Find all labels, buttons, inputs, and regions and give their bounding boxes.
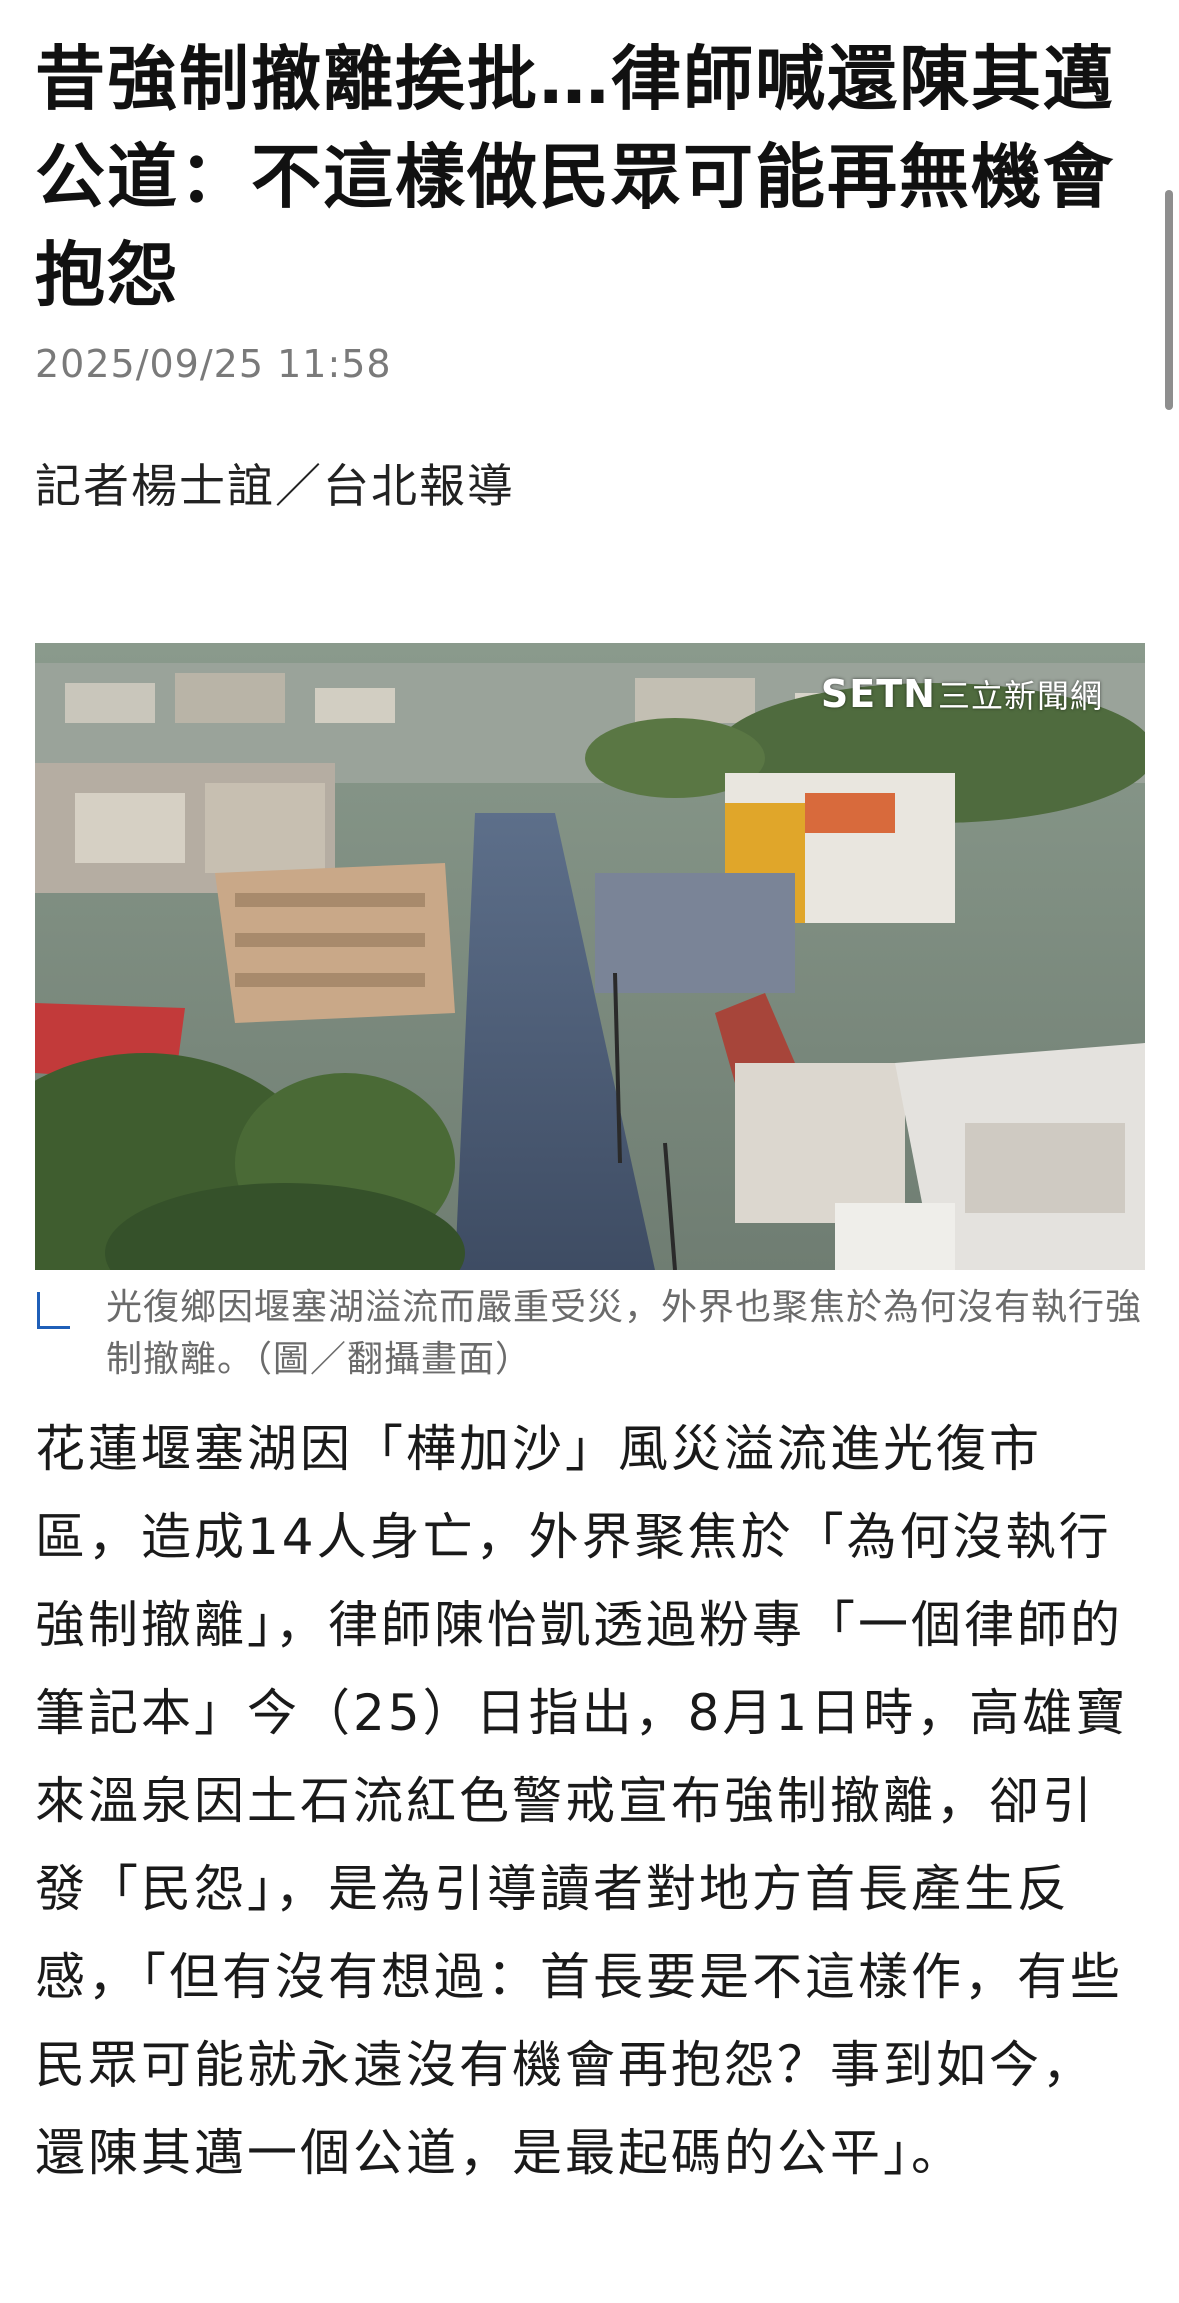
watermark-name: 三立新聞網 (937, 677, 1103, 715)
article-photo[interactable]: SETN三立新聞網 (35, 643, 1145, 1270)
aerial-town-photo (35, 643, 1145, 1270)
caption-text: 光復鄉因堰塞湖溢流而嚴重受災，外界也聚焦於為何沒有執行強制撤離。（圖／翻攝畫面） (106, 1287, 1143, 1380)
publish-timestamp: 2025/09/25 11:58 (35, 342, 392, 386)
article-body-paragraph: 花蓮堰塞湖因「樺加沙」風災溢流進光復市區，造成14人身亡，外界聚焦於「為何沒執行… (35, 1420, 1129, 2182)
article-headline: 昔強制撤離挨批…律師喊還陳其邁公道：不這樣做民眾可能再無機會抱怨 (35, 38, 1115, 316)
article: 昔強制撤離挨批…律師喊還陳其邁公道：不這樣做民眾可能再無機會抱怨 2025/09… (35, 0, 1145, 2182)
scroll-indicator[interactable] (1165, 190, 1173, 410)
watermark-brand: SETN (820, 672, 936, 716)
setn-watermark: SETN三立新聞網 (821, 671, 1103, 717)
reporter-byline: 記者楊士誼／台北報導 (35, 459, 515, 513)
photo-caption: 光復鄉因堰塞湖溢流而嚴重受災，外界也聚焦於為何沒有執行強制撤離。（圖／翻攝畫面） (35, 1282, 1145, 1386)
caption-corner-icon (37, 1292, 70, 1329)
